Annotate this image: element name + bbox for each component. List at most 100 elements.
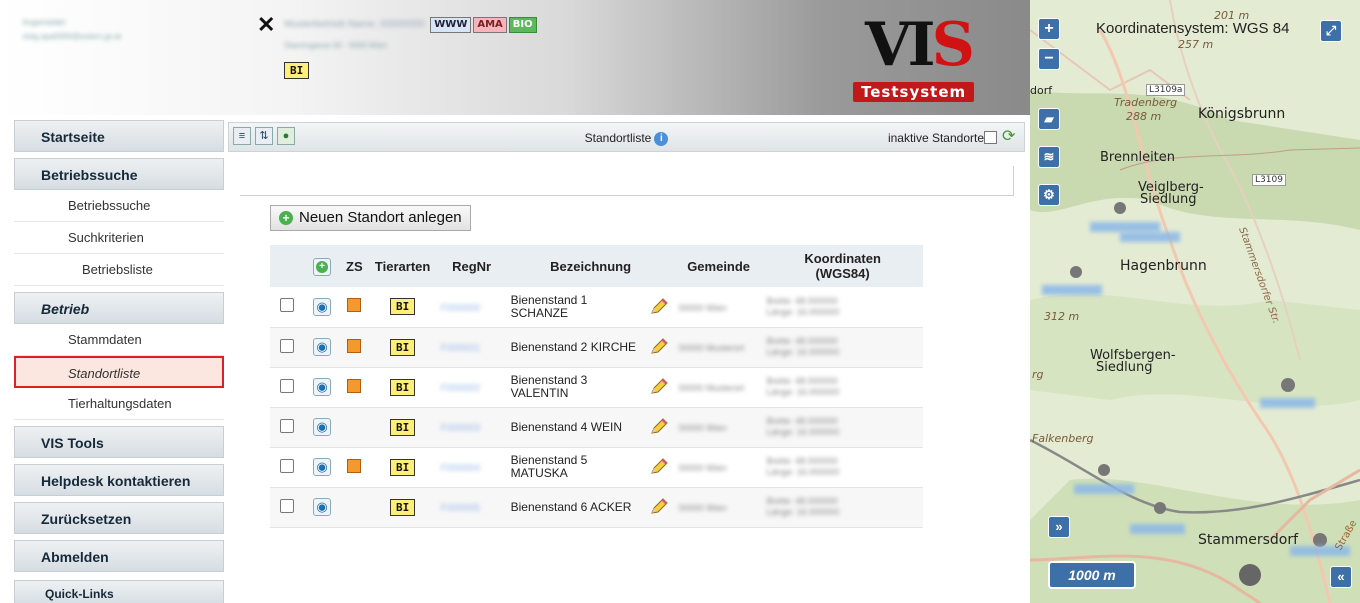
map-label-h201: 201 m	[1214, 9, 1250, 22]
collapse-map-icon[interactable]: «	[1330, 566, 1352, 588]
locate-on-map-icon[interactable]: ◉	[313, 338, 331, 356]
regnr-link[interactable]: F000001	[441, 343, 480, 354]
edit-pencil-icon[interactable]	[649, 418, 669, 436]
bi-badge-header: BI	[284, 62, 310, 79]
zoom-in-button[interactable]: +	[1038, 18, 1060, 40]
row-checkbox-cell	[270, 367, 304, 408]
close-betrieb-icon[interactable]: ✕	[257, 12, 275, 38]
tierart-badge[interactable]: BI	[390, 298, 416, 316]
row-bezeichnung-cell: Bienenstand 5 MATUSKA	[506, 447, 675, 488]
locate-on-map-icon[interactable]: ◉	[313, 498, 331, 516]
header-koordinaten[interactable]: Koordinaten (WGS84)	[762, 245, 923, 287]
row-checkbox[interactable]	[280, 458, 294, 473]
edit-pencil-icon[interactable]	[649, 338, 669, 356]
tierart-badge[interactable]: BI	[390, 458, 416, 476]
row-checkbox[interactable]	[280, 298, 294, 313]
fullscreen-icon[interactable]: ⤢	[1320, 20, 1342, 42]
testsystem-label: Testsystem	[853, 82, 975, 102]
locate-on-map-icon[interactable]: ◉	[313, 458, 331, 476]
zoom-out-button[interactable]: −	[1038, 48, 1060, 70]
row-locate-cell: ◉	[304, 367, 340, 408]
row-tierarten-cell: BI	[368, 487, 437, 528]
inaktive-label: inaktive Standorte	[887, 131, 984, 145]
row-checkbox[interactable]	[280, 418, 294, 433]
nav-helpdesk[interactable]: Helpdesk kontaktieren	[14, 464, 224, 496]
ama-badge[interactable]: AMA	[473, 17, 507, 33]
row-regnr-cell: F000001	[436, 327, 507, 368]
bezeichnung-text: Bienenstand 1 SCHANZE	[510, 292, 588, 320]
table-row[interactable]: ◉ BI F000000 Bienenstand 1 SCHANZE 00000 Wie…	[270, 287, 923, 328]
toolbar: ≡ ⇅ ● Standortliste i inaktive Standorte …	[228, 122, 1025, 152]
regnr-link[interactable]: F000000	[441, 303, 480, 314]
row-checkbox-cell	[270, 487, 304, 528]
www-badge[interactable]: WWW	[430, 17, 472, 33]
nav-zuruecksetzen[interactable]: Zurücksetzen	[14, 502, 224, 534]
nav-startseite[interactable]: Startseite	[14, 120, 224, 152]
header-gemeinde[interactable]: Gemeinde	[674, 245, 763, 287]
nav-betrieb-group[interactable]: Betrieb	[14, 292, 224, 324]
header-regnr[interactable]: RegNr	[436, 245, 507, 287]
laenge-text: Länge: 16.000000	[766, 507, 840, 517]
info-icon[interactable]: i	[654, 131, 669, 146]
table-row[interactable]: ◉ BI F000001 Bienenstand 2 KIRCHE 00000 Must…	[270, 327, 923, 368]
settings-icon[interactable]: ⚙	[1038, 184, 1060, 206]
locate-on-map-icon[interactable]: ◉	[313, 297, 331, 316]
header-tierarten[interactable]: Tierarten	[368, 245, 437, 287]
nav-betriebssuche-group[interactable]: Betriebssuche	[14, 158, 224, 190]
header-zs[interactable]: ZS	[340, 245, 369, 287]
regnr-link[interactable]: F000004	[441, 463, 480, 474]
table-row[interactable]: ◉ BI F000004 Bienenstand 5 MATUSKA 00000 Wie…	[270, 447, 923, 488]
nav-betriebssuche[interactable]: Betriebssuche	[14, 190, 224, 222]
nav-betriebsliste[interactable]: Betriebsliste	[14, 254, 224, 286]
row-regnr-cell: F000003	[436, 407, 507, 448]
edit-pencil-icon[interactable]	[649, 498, 669, 516]
standort-table: + ZS Tierarten RegNr Bezeichnung Gemeind…	[270, 245, 923, 528]
row-locate-cell: ◉	[304, 487, 340, 528]
row-koordinaten-cell: Breite: 48.000000 Länge: 16.000000	[762, 327, 923, 368]
tierart-badge[interactable]: BI	[390, 338, 416, 356]
regnr-link[interactable]: F000002	[441, 383, 480, 394]
edit-pencil-icon[interactable]	[649, 378, 669, 396]
header-bezeichnung[interactable]: Bezeichnung	[506, 245, 675, 287]
table-row[interactable]: ◉ BI F000005 Bienenstand 6 ACKER 00000 Wien B…	[270, 487, 923, 528]
edit-pencil-icon[interactable]	[649, 298, 669, 316]
nav-abmelden[interactable]: Abmelden	[14, 540, 224, 572]
table-row[interactable]: ◉ BI F000002 Bienenstand 3 VALENTIN 00000 Mu…	[270, 367, 923, 408]
expand-right-icon[interactable]: »	[1048, 516, 1070, 538]
row-checkbox[interactable]	[280, 338, 294, 353]
locate-on-map-icon[interactable]: ◉	[313, 378, 331, 396]
refresh-icon[interactable]: ⟳	[1002, 128, 1020, 146]
table-row[interactable]: ◉ BI F000003 Bienenstand 4 WEIN 00000 Wien Br…	[270, 407, 923, 448]
regnr-link[interactable]: F000005	[441, 503, 480, 514]
tierart-badge[interactable]: BI	[390, 418, 416, 436]
tierart-badge[interactable]: BI	[390, 378, 416, 396]
edit-pencil-icon[interactable]	[649, 458, 669, 476]
row-gemeinde-cell: 00000 Wien	[674, 447, 763, 488]
bezeichnung-text: Bienenstand 4 WEIN	[510, 419, 623, 434]
nav-quick-links[interactable]: Quick-Links	[14, 580, 224, 603]
tierart-badge[interactable]: BI	[390, 498, 416, 516]
nav-tierhaltungsdaten[interactable]: Tierhaltungsdaten	[14, 388, 224, 420]
row-tierarten-cell: BI	[368, 327, 437, 368]
bezeichnung-text: Bienenstand 5 MATUSKA	[510, 453, 588, 480]
breite-text: Breite: 48.000000	[766, 416, 838, 426]
new-standort-button[interactable]: + Neuen Standort anlegen	[270, 205, 471, 231]
layers-icon[interactable]: ≋	[1038, 146, 1060, 168]
map-layer-photo-icon[interactable]: ▰	[1038, 108, 1060, 130]
nav-standortliste[interactable]: Standortliste	[14, 356, 224, 388]
row-checkbox[interactable]	[280, 378, 294, 393]
inaktive-checkbox[interactable]	[984, 131, 997, 144]
nav-vis-tools[interactable]: VIS Tools	[14, 426, 224, 458]
regnr-link[interactable]: F000003	[441, 423, 480, 434]
nav-stammdaten[interactable]: Stammdaten	[14, 324, 224, 356]
user-info: Angemeldet: vistg.apa0000@extern.gv.at	[22, 16, 121, 44]
row-checkbox[interactable]	[280, 498, 294, 513]
header-select	[270, 245, 304, 287]
map-panel[interactable]: Koordinatensystem: WGS 84 201 m 257 m do…	[1030, 0, 1360, 603]
bio-badge[interactable]: BIO	[508, 17, 537, 33]
nav-suchkriterien[interactable]: Suchkriterien	[14, 222, 224, 254]
locate-on-map-icon[interactable]: ◉	[313, 418, 331, 436]
map-marker-label	[1042, 285, 1102, 295]
laenge-text: Länge: 16.000000	[766, 347, 840, 357]
add-column-icon[interactable]: +	[313, 257, 331, 276]
